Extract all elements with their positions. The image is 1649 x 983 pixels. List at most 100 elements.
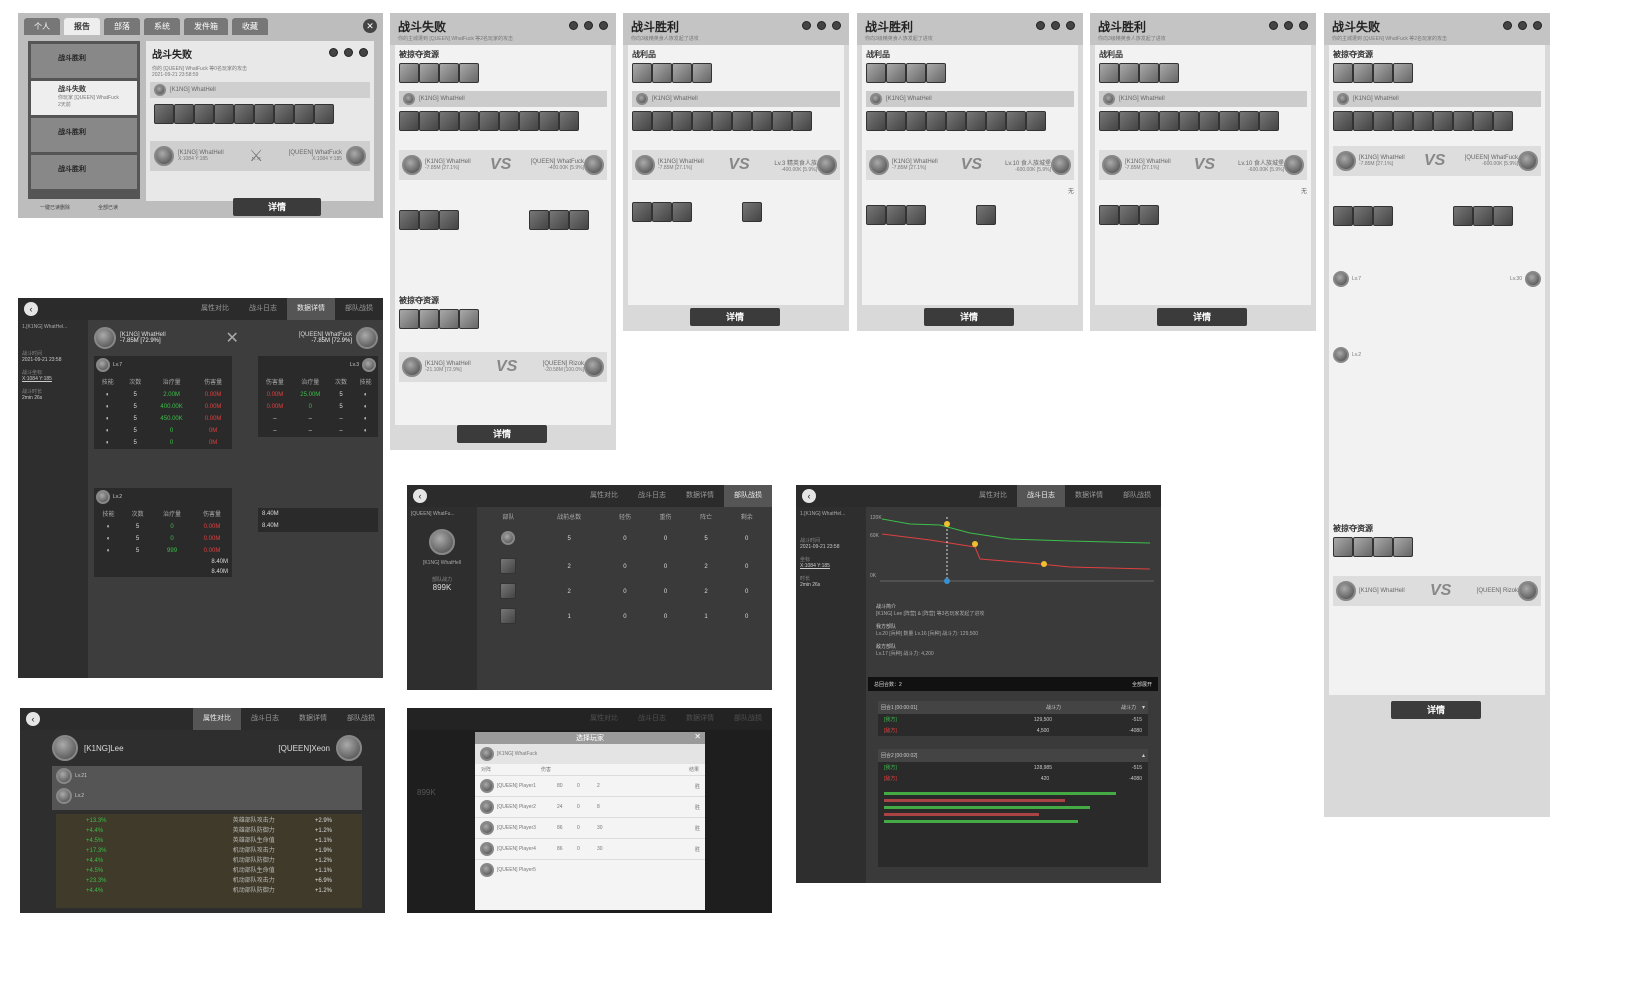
tab-battle-log[interactable]: 战斗日志	[239, 298, 287, 320]
delete-icon[interactable]	[802, 21, 811, 30]
chart-point[interactable]	[944, 521, 950, 527]
crossed-swords-icon: ⚔	[249, 148, 264, 165]
tab-tribe[interactable]: 部落	[104, 17, 140, 35]
detail-button[interactable]: 详情	[690, 308, 780, 326]
troop-loss-table: 部队 战前总数 轻伤 重伤 阵亡 剩余 50050 20020 20020 10010	[483, 509, 767, 629]
player-row[interactable]: [QUEEN] Player1 80 0 2 胜	[475, 775, 705, 796]
chevron-down-icon[interactable]: ▾	[1142, 704, 1145, 711]
detail-button[interactable]: 详情	[1157, 308, 1247, 326]
share-icon[interactable]	[832, 21, 841, 30]
player-row[interactable]: [QUEEN] Player4 86 0 30 胜	[475, 838, 705, 859]
tab-data-detail[interactable]: 数据详情	[676, 485, 724, 507]
tab-data-detail[interactable]: 数据详情	[287, 298, 335, 320]
star-icon[interactable]	[344, 48, 353, 57]
stat-compare-list: +13.3% 英雄部队攻击力 +2.9% +4.4% 英雄部队防御力 +1.2% +4.…	[56, 814, 362, 908]
back-icon[interactable]: ‹	[802, 489, 816, 503]
tab-battle-log[interactable]: 战斗日志	[1017, 485, 1065, 507]
tab-data-detail[interactable]: 数据详情	[1065, 485, 1113, 507]
player-row[interactable]: [QUEEN] Player5	[475, 859, 705, 880]
delete-icon[interactable]	[1269, 21, 1278, 30]
list-item[interactable]: 战斗胜利	[31, 44, 137, 78]
mail-report-panel: 个人 报告 部落 系统 发件箱 收藏 ✕ 战斗胜利 战斗失败 你玩家 [QUEE…	[18, 13, 383, 218]
detail-button[interactable]: 详情	[1391, 701, 1481, 719]
player-selector[interactable]: [QUEEN] WhatFu...	[411, 511, 473, 517]
tab-attr-compare[interactable]: 属性对比	[191, 298, 239, 320]
tab-outbox[interactable]: 发件箱	[184, 17, 228, 35]
back-icon[interactable]: ‹	[26, 712, 40, 726]
star-icon[interactable]	[817, 21, 826, 30]
battle-log-panel: ‹ 属性对比 战斗日志 数据详情 部队战损 1.[K1NG] WhatHel..…	[796, 485, 1161, 883]
svg-text:0K: 0K	[870, 573, 877, 579]
list-item[interactable]: 战斗失败 你玩家 [QUEEN] WhatFuck 2天前	[31, 81, 137, 115]
chart-point[interactable]	[972, 541, 978, 547]
tab-attr-compare[interactable]: 属性对比	[193, 708, 241, 730]
tab-troop-loss[interactable]: 部队战损	[1113, 485, 1161, 507]
tab-system[interactable]: 系统	[144, 17, 180, 35]
player-selector[interactable]: 1.[K1NG] WhatHel...	[22, 324, 84, 330]
share-icon[interactable]	[1066, 21, 1075, 30]
tab-report[interactable]: 报告	[64, 17, 100, 35]
mark-all-read-button[interactable]: 全部已读	[98, 204, 118, 211]
detail-time: 2021-09-21 23:58:59	[152, 72, 199, 78]
mail-tabbar: 个人 报告 部落 系统 发件箱 收藏 ✕	[18, 13, 383, 35]
select-player-modal: 选择玩家 ✕ [K1NG] WhatFuck 对阵 伤害 结果 [QUEEN] Pl…	[475, 732, 705, 910]
report-card-victory-2: 战斗胜利 你向3级精英食人族发起了进攻 战利品 [K1NG] WhatHell …	[857, 13, 1083, 331]
mail-detail: 战斗失败 你的 [QUEEN] WhatFuck 等0名玩家的攻击 2021-0…	[146, 41, 374, 201]
power-timeline-chart: 120K 60K 0K	[870, 515, 1154, 584]
tab-troop-loss[interactable]: 部队战损	[724, 485, 772, 507]
chevron-up-icon[interactable]: ▴	[1142, 752, 1145, 759]
report-card-victory-1: 战斗胜利 你向3级精英食人族发起了进攻 战利品 [K1NG] WhatHell …	[623, 13, 849, 331]
player-row[interactable]: [QUEEN] Player3 86 0 30 胜	[475, 817, 705, 838]
delete-icon[interactable]	[1036, 21, 1045, 30]
back-icon[interactable]: ‹	[413, 489, 427, 503]
tab-battle-log[interactable]: 战斗日志	[628, 485, 676, 507]
star-icon[interactable]	[1518, 21, 1527, 30]
star-icon[interactable]	[1051, 21, 1060, 30]
detail-button[interactable]: 详情	[457, 425, 547, 443]
share-icon[interactable]	[1533, 21, 1542, 30]
delete-icon[interactable]	[569, 21, 578, 30]
hero-skill-table: 技能 次数 治疗量 伤害量 ◐ 5 2.00M 0.00M ◐ 5 400.00K 0.00M ◐…	[101, 380, 223, 446]
player-selector[interactable]: 1.[K1NG] WhatHel...	[800, 511, 862, 517]
close-icon[interactable]: ✕	[694, 732, 701, 741]
list-item[interactable]: 战斗胜利	[31, 155, 137, 189]
detail-button[interactable]: 详情	[233, 198, 321, 216]
timeline-cursor[interactable]	[944, 578, 950, 584]
coord-link[interactable]: X:1084 Y:185	[22, 376, 84, 382]
tab-attr-compare[interactable]: 属性对比	[969, 485, 1017, 507]
detail-button[interactable]: 详情	[924, 308, 1014, 326]
list-item[interactable]: 战斗胜利	[31, 118, 137, 152]
section-title: 被掠夺资源	[399, 50, 439, 59]
select-player-panel: 属性对比 战斗日志 数据详情 部队战损 899K 选择玩家 ✕ [K1NG] What…	[407, 708, 772, 913]
tab-data-detail[interactable]: 数据详情	[289, 708, 337, 730]
data-detail-panel: ‹ 属性对比 战斗日志 数据详情 部队战损 1.[K1NG] WhatHel..…	[18, 298, 383, 678]
star-icon[interactable]	[584, 21, 593, 30]
tab-troop-loss[interactable]: 部队战损	[335, 298, 383, 320]
close-icon[interactable]: ✕	[363, 19, 377, 33]
troop-loss-panel: ‹ 属性对比 战斗日志 数据详情 部队战损 [QUEEN] WhatFu... …	[407, 485, 772, 690]
share-icon[interactable]	[359, 48, 368, 57]
report-title: 战斗失败	[398, 19, 447, 34]
unit-icons	[146, 102, 374, 131]
expand-all-button[interactable]: 全部展开	[1132, 681, 1152, 688]
mail-list: 战斗胜利 战斗失败 你玩家 [QUEEN] WhatFuck 2天前 战斗胜利 …	[28, 41, 140, 199]
share-icon[interactable]	[1299, 21, 1308, 30]
delete-read-button[interactable]: 一键已读删除	[40, 204, 70, 211]
chart-point[interactable]	[1041, 561, 1047, 567]
report-card-defeat: 战斗失败 你的主城遭到 [QUEEN] WhatFuck 等2名玩家的攻击 被掠…	[390, 13, 616, 450]
tab-attr-compare[interactable]: 属性对比	[580, 485, 628, 507]
delete-icon[interactable]	[1503, 21, 1512, 30]
report-card-defeat-2: 战斗失败 你的主城遭到 [QUEEN] WhatFuck 等2名玩家的攻击 被掠…	[1324, 13, 1550, 817]
svg-text:60K: 60K	[870, 533, 880, 539]
detail-tabbar: ‹ 属性对比 战斗日志 数据详情 部队战损	[18, 298, 383, 320]
tab-personal[interactable]: 个人	[24, 17, 60, 35]
delete-icon[interactable]	[329, 48, 338, 57]
detail-subtitle: 你的 [QUEEN] WhatFuck 等0名玩家的攻击	[152, 66, 248, 72]
tab-favorites[interactable]: 收藏	[232, 17, 268, 35]
star-icon[interactable]	[1284, 21, 1293, 30]
player-row[interactable]: [QUEEN] Player2 24 0 8 胜	[475, 796, 705, 817]
share-icon[interactable]	[599, 21, 608, 30]
tab-battle-log[interactable]: 战斗日志	[241, 708, 289, 730]
tab-troop-loss[interactable]: 部队战损	[337, 708, 385, 730]
back-icon[interactable]: ‹	[24, 302, 38, 316]
